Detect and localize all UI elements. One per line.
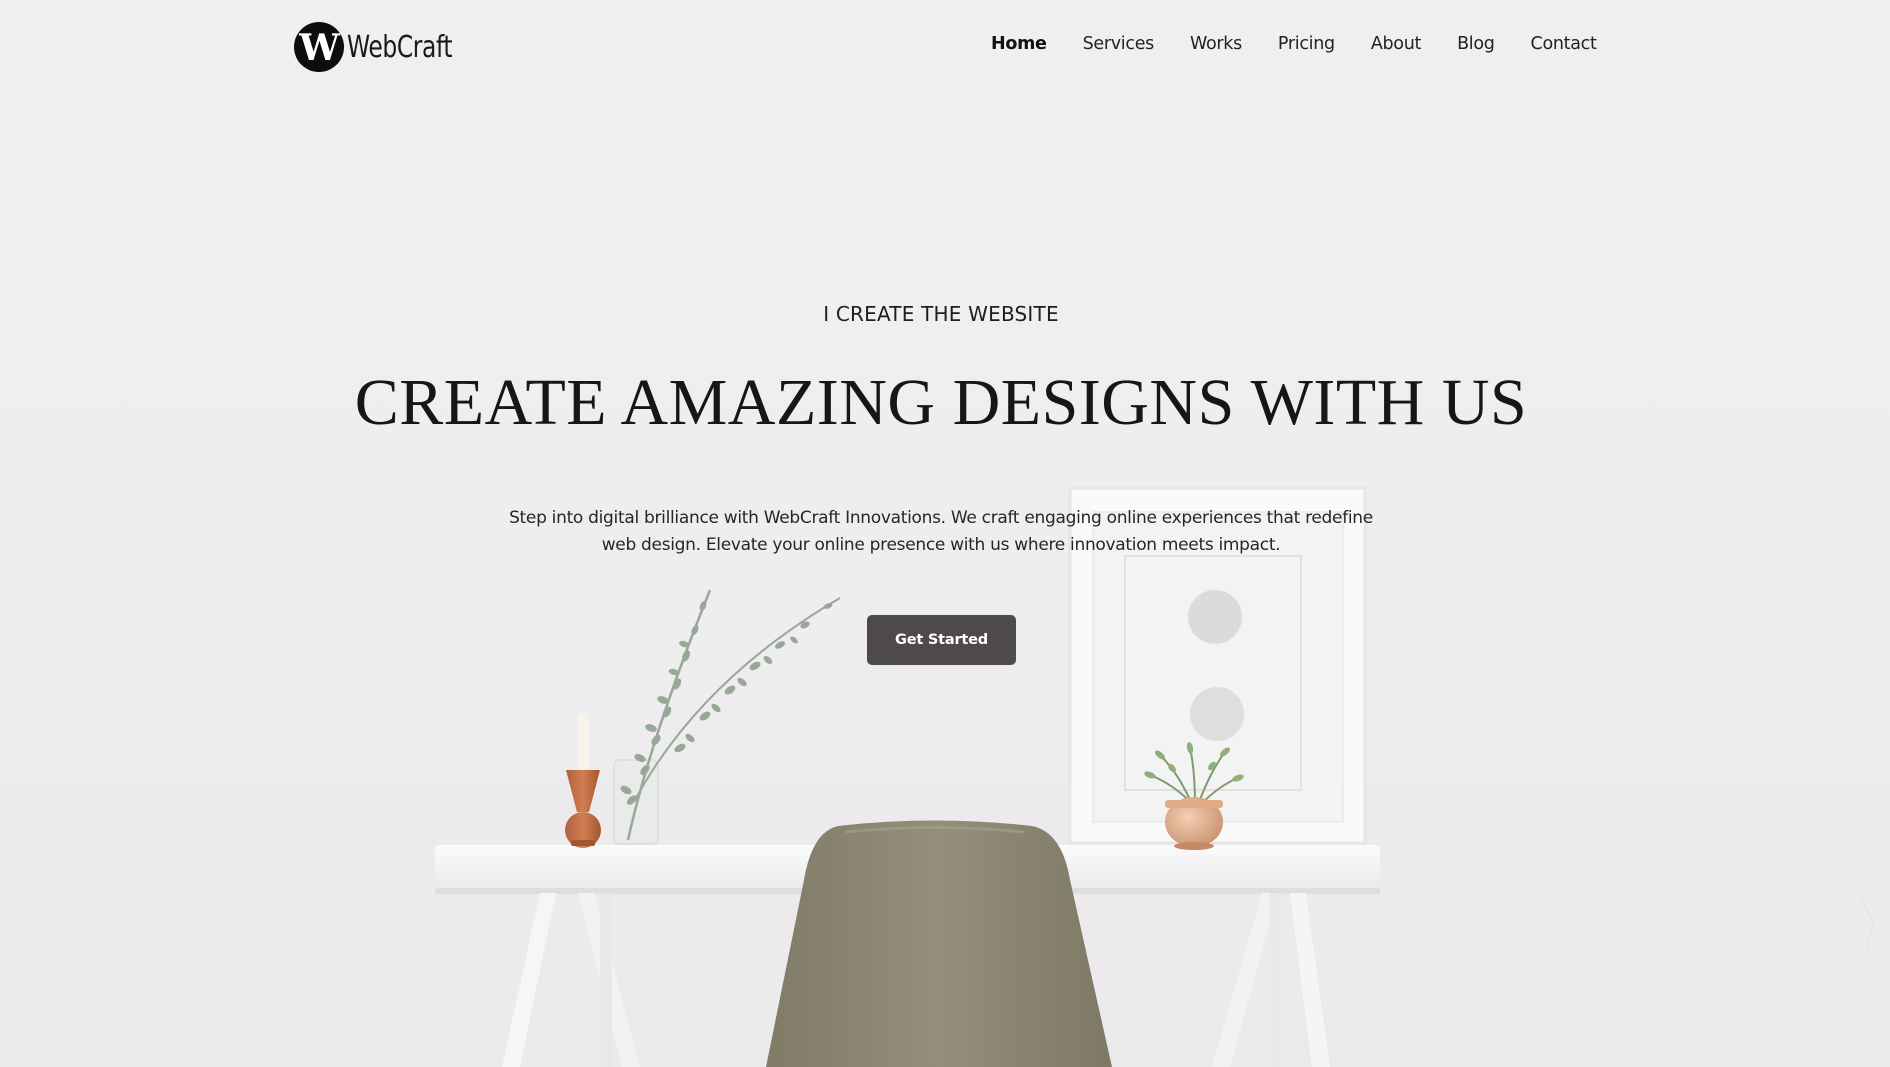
candle-holder: [565, 713, 601, 848]
nav-item-works[interactable]: Works: [1190, 34, 1242, 54]
nav-item-contact[interactable]: Contact: [1531, 34, 1597, 54]
hero-eyebrow: I CREATE THE WEBSITE: [823, 302, 1059, 326]
nav-item-services[interactable]: Services: [1083, 34, 1155, 54]
nav-item-about[interactable]: About: [1371, 34, 1422, 54]
nav-item-home[interactable]: Home: [991, 34, 1047, 54]
hero-description: Step into digital brilliance with WebCra…: [509, 508, 1373, 555]
hero-headline: CREATE AMAZING DESIGNS WITH US: [354, 366, 1528, 439]
logo-letter: W: [299, 27, 339, 69]
logo-mark-icon: W: [294, 22, 344, 72]
get-started-button[interactable]: Get Started: [867, 615, 1016, 665]
chair: [766, 820, 1112, 1067]
nav-item-blog[interactable]: Blog: [1457, 34, 1495, 54]
brand-logo[interactable]: W WebCraft: [294, 20, 482, 74]
landing-page: W WebCraft Home Services Works Pricing A…: [0, 0, 1890, 1067]
logo-text: WebCraft: [347, 29, 453, 65]
main-nav: Home Services Works Pricing About Blog C…: [991, 34, 1597, 54]
site-header: W WebCraft Home Services Works Pricing A…: [0, 0, 1890, 96]
nav-item-pricing[interactable]: Pricing: [1278, 34, 1335, 54]
